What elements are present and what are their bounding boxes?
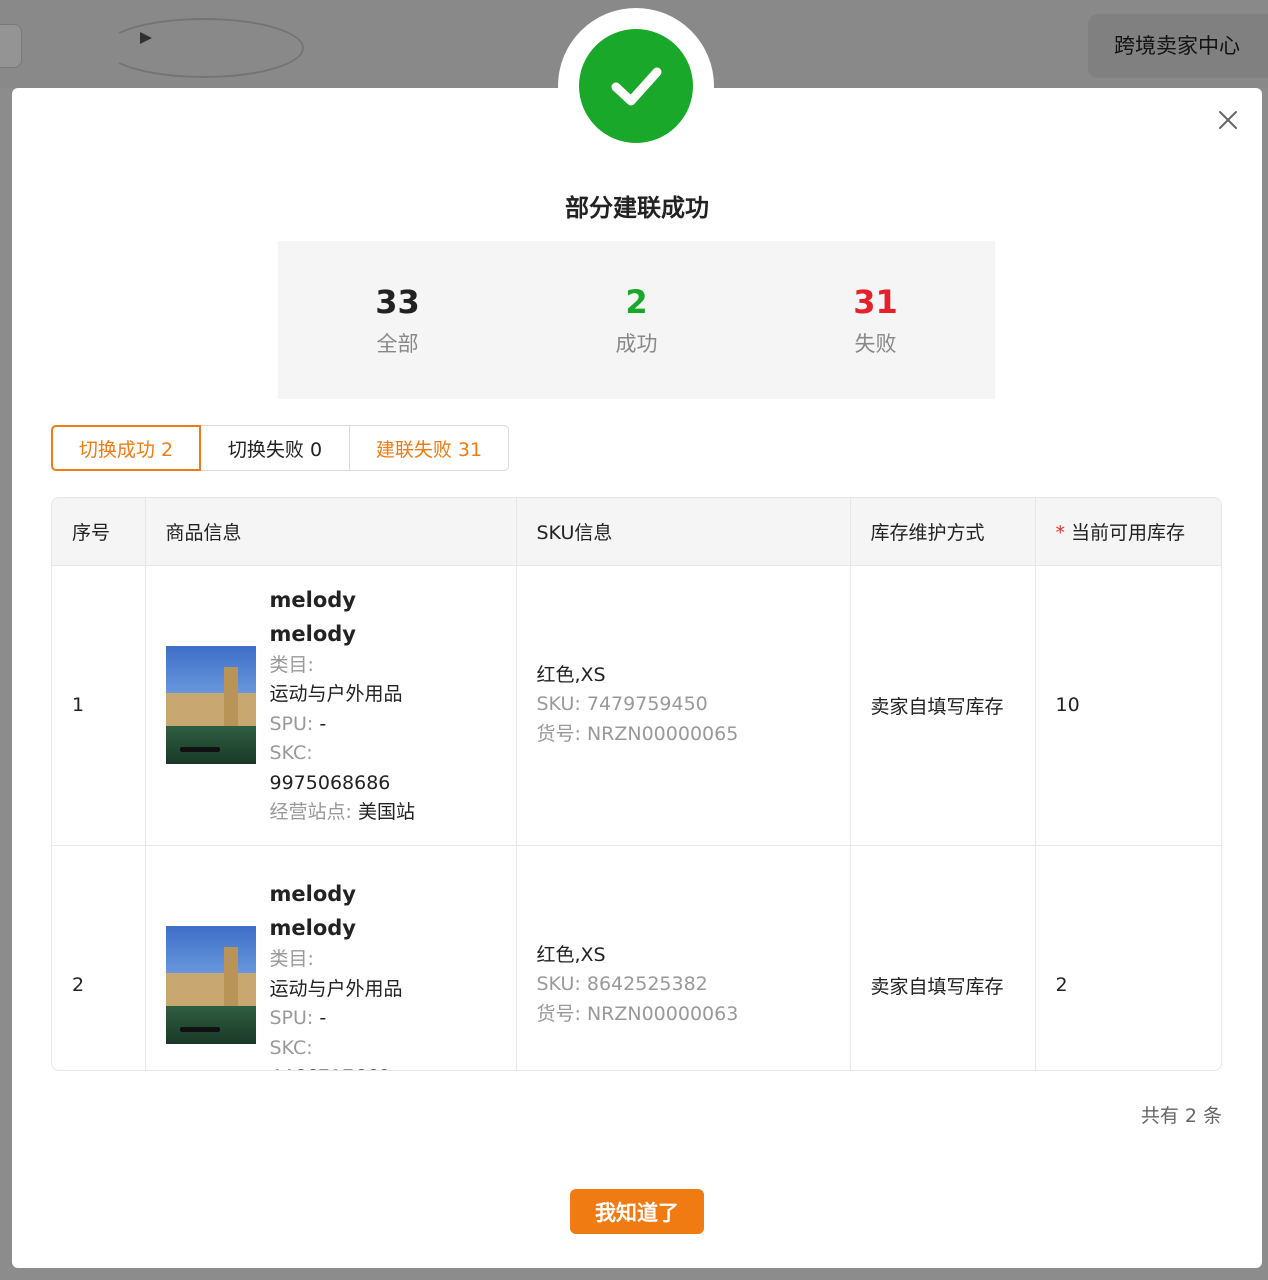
product-name-2: melody	[269, 621, 356, 646]
checkmark-icon	[579, 29, 693, 143]
category-value: 运动与户外用品	[269, 683, 403, 705]
cell-stock-mode: 卖家自填写库存	[850, 565, 1036, 846]
spu-value: -	[319, 1007, 327, 1030]
cell-stock: 10	[1035, 565, 1221, 846]
stat-total: 33 全部	[278, 241, 517, 399]
sku-attributes: 红色,XS	[536, 663, 606, 686]
sku-value: 8642525382	[586, 973, 708, 996]
cell-index: 1	[52, 565, 146, 846]
item-no-label: 货号:	[536, 722, 581, 745]
confirm-button[interactable]: 我知道了	[570, 1189, 704, 1234]
stat-failed: 31 失败	[756, 241, 995, 399]
category-label: 类目:	[269, 653, 314, 676]
item-no-value: NRZN00000063	[586, 1002, 739, 1025]
table-header-row: 序号 商品信息 SKU信息 库存维护方式 * 当前可用库存	[52, 498, 1221, 566]
stat-failed-label: 失败	[854, 332, 897, 356]
tab-switch-success[interactable]: 切换成功 2	[51, 425, 201, 471]
category-label: 类目:	[269, 948, 314, 971]
modal-title: 部分建联成功	[565, 194, 709, 222]
product-thumbnail[interactable]	[165, 646, 256, 764]
required-mark: *	[1055, 521, 1066, 544]
stats-panel: 33 全部 2 成功 31 失败	[278, 241, 995, 399]
sku-attributes: 红色,XS	[536, 943, 606, 966]
site-label: 经营站点:	[269, 801, 352, 823]
spu-label: SPU:	[269, 1007, 314, 1030]
stat-success-value: 2	[625, 283, 648, 321]
site-value: 美国站	[357, 801, 415, 823]
product-name: melody	[269, 882, 356, 907]
table-row: 1 melody melody 类目: 运动与户外用品 SPU: - SKC: …	[52, 565, 1221, 846]
product-name: melody	[269, 587, 356, 612]
cell-sku: 红色,XS SKU: 7479759450 货号: NRZN00000065	[516, 565, 851, 846]
stat-total-value: 33	[375, 283, 420, 321]
tab-switch-failed[interactable]: 切换失败 0	[200, 425, 350, 471]
header-available-stock: * 当前可用库存	[1035, 498, 1221, 566]
total-count: 共有 2 条	[1140, 1105, 1222, 1127]
header-sku-info: SKU信息	[516, 498, 851, 566]
cell-stock-mode: 卖家自填写库存	[850, 845, 1036, 1070]
result-modal: 部分建联成功 33 全部 2 成功 31 失败 切换成功 2 切换失败 0 建联…	[12, 88, 1262, 1268]
skc-label: SKC:	[269, 1036, 313, 1059]
cell-stock: 2	[1035, 845, 1221, 1070]
stat-success: 2 成功	[517, 241, 756, 399]
cell-product: melody melody 类目: 运动与户外用品 SPU: - SKC: 44…	[145, 845, 517, 1070]
header-available-stock-label: 当前可用库存	[1071, 521, 1186, 544]
skc-value: 4466717668	[270, 1063, 403, 1070]
header-stock-mode: 库存维护方式	[850, 498, 1036, 566]
stat-total-label: 全部	[376, 332, 419, 356]
sku-value: 7479759450	[586, 693, 708, 716]
spu-value: -	[319, 712, 327, 735]
product-name-2: melody	[269, 916, 356, 941]
result-tabs: 切换成功 2 切换失败 0 建联失败 31	[51, 425, 509, 471]
tab-link-failed[interactable]: 建联失败 31	[349, 425, 509, 471]
stat-failed-value: 31	[853, 283, 898, 321]
skc-value: 9975068686	[269, 771, 391, 794]
close-icon[interactable]	[1216, 108, 1240, 132]
header-index: 序号	[52, 498, 146, 566]
sku-label: SKU:	[536, 973, 581, 996]
cell-product: melody melody 类目: 运动与户外用品 SPU: - SKC: 99…	[145, 565, 517, 846]
cell-index: 2	[52, 845, 146, 1070]
item-no-label: 货号:	[536, 1002, 581, 1025]
success-badge	[558, 8, 714, 164]
skc-label: SKC:	[269, 742, 313, 764]
sku-label: SKU:	[536, 693, 581, 716]
spu-label: SPU:	[269, 712, 314, 735]
header-product-info: 商品信息	[145, 498, 517, 566]
item-no-value: NRZN00000065	[586, 722, 739, 745]
result-table[interactable]: 序号 商品信息 SKU信息 库存维护方式 * 当前可用库存 1 melody m…	[51, 497, 1222, 1071]
stat-success-label: 成功	[615, 332, 658, 356]
category-value: 运动与户外用品	[269, 977, 403, 1000]
table-row: 2 melody melody 类目: 运动与户外用品 SPU: - SKC: …	[52, 845, 1221, 1070]
product-thumbnail[interactable]	[165, 926, 256, 1044]
cell-sku: 红色,XS SKU: 8642525382 货号: NRZN00000063	[516, 845, 851, 1070]
